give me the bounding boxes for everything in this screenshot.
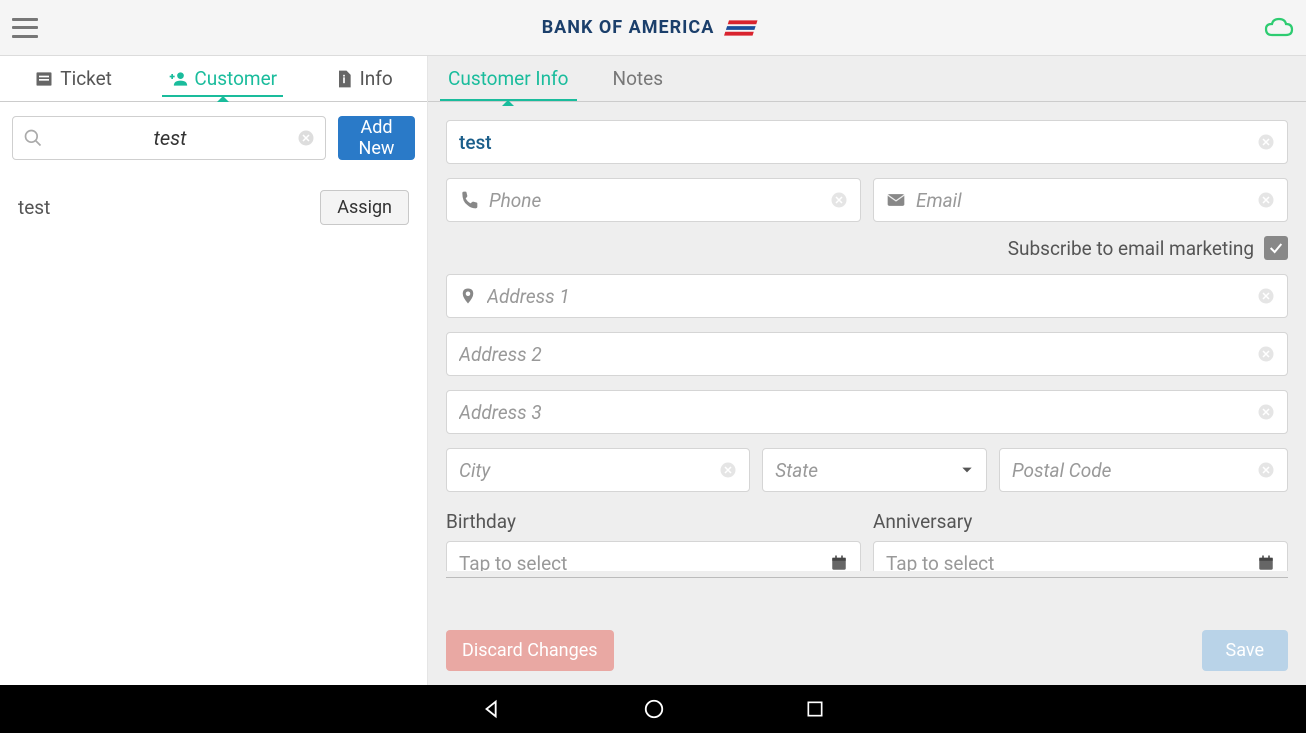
address3-input[interactable]	[459, 401, 1257, 424]
subscribe-checkbox[interactable]	[1264, 236, 1288, 260]
content-pane: Customer Info Notes	[428, 56, 1306, 685]
phone-field[interactable]	[446, 178, 861, 222]
phone-icon	[459, 190, 479, 210]
anniversary-label: Anniversary	[873, 510, 1288, 533]
form-area: Subscribe to email marketing	[428, 102, 1306, 616]
info-file-icon	[334, 69, 354, 89]
date-labels-row: Birthday Anniversary	[446, 510, 1288, 533]
tab-ticket[interactable]: Ticket	[28, 61, 118, 96]
search-result-row[interactable]: test Assign	[0, 174, 427, 241]
birthday-placeholder: Tap to select	[459, 552, 567, 572]
anniversary-placeholder: Tap to select	[886, 552, 994, 572]
cloud-sync-icon[interactable]	[1264, 17, 1294, 39]
assign-button[interactable]: Assign	[320, 190, 409, 225]
postal-input[interactable]	[1012, 459, 1257, 482]
content-tabs: Customer Info Notes	[428, 56, 1306, 102]
main-area: Ticket Customer Info Add New test Assign	[0, 56, 1306, 685]
clear-icon[interactable]	[1257, 403, 1275, 421]
calendar-icon	[1257, 554, 1275, 571]
tab-customer-info-label: Customer Info	[448, 67, 569, 90]
tab-notes-label: Notes	[613, 67, 664, 90]
clear-icon[interactable]	[1257, 461, 1275, 479]
tab-customer-info[interactable]: Customer Info	[446, 57, 571, 100]
email-icon	[886, 190, 906, 210]
address2-input[interactable]	[459, 343, 1257, 366]
result-name: test	[18, 196, 50, 219]
clear-search-icon[interactable]	[297, 129, 315, 147]
search-row: Add New	[0, 102, 427, 174]
discard-button[interactable]: Discard Changes	[446, 630, 614, 671]
android-nav-bar	[0, 685, 1306, 733]
add-customer-icon	[168, 69, 188, 89]
address3-field[interactable]	[446, 390, 1288, 434]
clear-icon[interactable]	[1257, 133, 1275, 151]
clear-icon[interactable]	[719, 461, 737, 479]
location-icon	[459, 285, 477, 307]
name-field[interactable]	[446, 120, 1288, 164]
name-input[interactable]	[459, 131, 1245, 154]
tab-ticket-label: Ticket	[60, 67, 112, 90]
chevron-down-icon	[960, 463, 974, 477]
search-input[interactable]	[43, 126, 297, 150]
birthday-label: Birthday	[446, 510, 861, 533]
sidebar-tabs: Ticket Customer Info	[0, 56, 427, 102]
anniversary-field[interactable]: Tap to select	[873, 541, 1288, 571]
tab-customer-label: Customer	[194, 67, 277, 90]
search-icon	[23, 128, 43, 148]
address1-field[interactable]	[446, 274, 1288, 318]
tab-info[interactable]: Info	[328, 61, 399, 96]
save-button[interactable]: Save	[1202, 630, 1289, 671]
city-field[interactable]	[446, 448, 750, 492]
tab-notes[interactable]: Notes	[611, 57, 666, 100]
state-placeholder: State	[775, 459, 818, 482]
check-icon	[1268, 240, 1284, 256]
subscribe-row: Subscribe to email marketing	[446, 236, 1288, 260]
search-box[interactable]	[12, 116, 326, 160]
calendar-icon	[830, 554, 848, 571]
email-input[interactable]	[916, 189, 1257, 212]
clear-icon[interactable]	[830, 191, 848, 209]
state-select[interactable]: State	[762, 448, 987, 492]
birthday-field[interactable]: Tap to select	[446, 541, 861, 571]
action-bar: Discard Changes Save	[428, 616, 1306, 685]
sidebar: Ticket Customer Info Add New test Assign	[0, 56, 428, 685]
postal-field[interactable]	[999, 448, 1288, 492]
brand-flag-icon	[722, 18, 760, 38]
phone-input[interactable]	[489, 189, 830, 212]
subscribe-label: Subscribe to email marketing	[1008, 237, 1254, 260]
nav-recent-icon[interactable]	[805, 699, 825, 719]
clear-icon[interactable]	[1257, 345, 1275, 363]
city-input[interactable]	[459, 459, 719, 482]
email-field[interactable]	[873, 178, 1288, 222]
brand-text: BANK OF AMERICA	[542, 17, 715, 38]
ticket-icon	[34, 69, 54, 89]
add-new-button[interactable]: Add New	[338, 116, 415, 160]
form-divider	[446, 577, 1288, 578]
brand-logo: BANK OF AMERICA	[542, 17, 761, 38]
tab-customer[interactable]: Customer	[162, 61, 283, 96]
address2-field[interactable]	[446, 332, 1288, 376]
nav-home-icon[interactable]	[643, 698, 665, 720]
clear-icon[interactable]	[1257, 191, 1275, 209]
menu-icon[interactable]	[12, 18, 38, 38]
address1-input[interactable]	[487, 285, 1257, 308]
nav-back-icon[interactable]	[481, 698, 503, 720]
top-bar: BANK OF AMERICA	[0, 0, 1306, 56]
clear-icon[interactable]	[1257, 287, 1275, 305]
tab-info-label: Info	[360, 67, 393, 90]
